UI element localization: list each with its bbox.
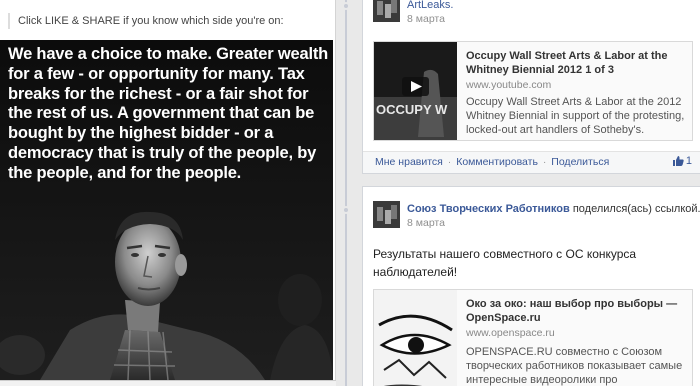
post-caption: Click LIKE & SHARE if you know which sid… bbox=[8, 13, 331, 29]
comment-link[interactable]: Комментировать bbox=[456, 156, 538, 168]
action-separator: · bbox=[447, 156, 452, 168]
link-title[interactable]: Око за око: наш выбор про выборы — OpenS… bbox=[466, 297, 694, 325]
post-card: ArtLeaks. 8 марта OCCUPY W Occupy Wall S… bbox=[362, 0, 700, 174]
post-text: Результаты нашего совместного с ОС конку… bbox=[373, 247, 637, 279]
avatar[interactable] bbox=[373, 201, 400, 228]
video-thumbnail[interactable]: OCCUPY W bbox=[374, 42, 457, 140]
post-card: Союз Творческих Работников поделился(ась… bbox=[362, 186, 700, 386]
thumb-text: OCCUPY W bbox=[376, 102, 448, 117]
timeline-dot bbox=[342, 206, 350, 214]
post-photo[interactable]: We have a choice to make. Greater wealth… bbox=[0, 40, 333, 380]
left-post: Click LIKE & SHARE if you know which sid… bbox=[0, 0, 336, 386]
post-footer-bar bbox=[0, 380, 336, 386]
link-description: OPENSPACE.RU совместно с Союзом творческ… bbox=[466, 346, 683, 386]
video-thumbnail-image: OCCUPY W bbox=[374, 42, 457, 140]
author-line[interactable]: ArtLeaks. bbox=[407, 0, 453, 11]
like-link[interactable]: Мне нравится bbox=[375, 156, 443, 168]
photo-quote-text: We have a choice to make. Greater wealth… bbox=[8, 45, 329, 182]
link-url: www.youtube.com bbox=[466, 79, 552, 91]
author-link[interactable]: ArtLeaks. bbox=[407, 0, 453, 11]
author-link[interactable]: Союз Творческих Работников bbox=[407, 203, 570, 215]
action-separator: · bbox=[542, 156, 547, 168]
link-thumbnail[interactable] bbox=[374, 290, 457, 386]
share-link[interactable]: Поделиться bbox=[551, 156, 609, 168]
action-links: Мне нравится · Комментировать · Поделить… bbox=[375, 156, 609, 168]
like-count[interactable]: 1 bbox=[672, 155, 692, 167]
thumbs-up-icon bbox=[672, 156, 684, 166]
link-preview[interactable]: Око за око: наш выбор про выборы — OpenS… bbox=[373, 289, 693, 386]
post-timestamp[interactable]: 8 марта bbox=[407, 217, 445, 229]
link-preview[interactable]: OCCUPY W Occupy Wall Street Arts & Labor… bbox=[373, 41, 693, 141]
link-description: Occupy Wall Street Arts & Labor at the 2… bbox=[466, 96, 685, 136]
timeline-dot bbox=[342, 2, 350, 10]
avatar[interactable] bbox=[373, 0, 400, 22]
timeline-spine bbox=[345, 0, 347, 386]
man-portrait-image bbox=[0, 211, 333, 380]
link-title[interactable]: Occupy Wall Street Arts & Labor at the W… bbox=[466, 49, 694, 77]
eye-drawing-image bbox=[374, 290, 457, 386]
author-line: Союз Творческих Работников поделился(ась… bbox=[407, 203, 700, 215]
link-url: www.openspace.ru bbox=[466, 327, 555, 339]
post-action-bar: Мне нравится · Комментировать · Поделить… bbox=[363, 151, 700, 173]
post-timestamp[interactable]: 8 марта bbox=[407, 13, 445, 25]
author-action-text: поделился(ась) ссылкой. bbox=[572, 203, 700, 215]
